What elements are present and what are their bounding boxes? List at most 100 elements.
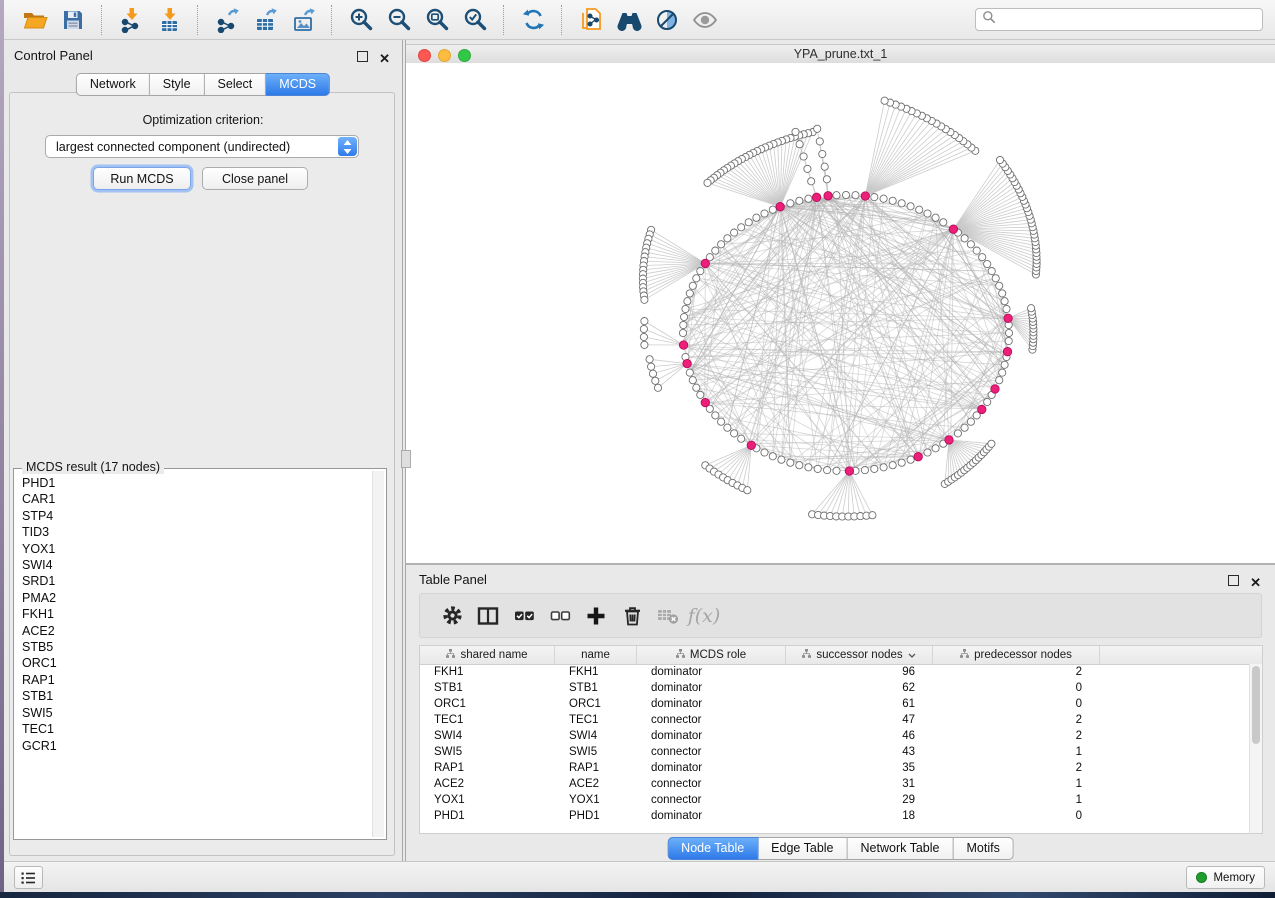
graph-node[interactable] (961, 235, 968, 242)
graph-leaf-node[interactable] (821, 163, 828, 170)
tab-network[interactable]: Network (76, 73, 150, 96)
close-panel-button[interactable]: Close panel (202, 167, 308, 190)
graph-node[interactable] (880, 464, 887, 471)
graph-node[interactable] (916, 206, 923, 213)
task-history-button[interactable] (14, 866, 43, 889)
delete-columns-icon[interactable] (614, 600, 650, 632)
graph-node[interactable] (753, 214, 760, 221)
graph-node[interactable] (1003, 305, 1010, 312)
graph-node[interactable] (833, 467, 840, 474)
graph-node[interactable] (1001, 298, 1008, 305)
graph-node[interactable] (693, 275, 700, 282)
table-row[interactable]: SWI4SWI4dominator462 (420, 728, 1250, 744)
graph-node[interactable] (871, 194, 878, 201)
graph-node[interactable] (738, 435, 745, 442)
graph-node[interactable] (731, 430, 738, 437)
graph-node[interactable] (988, 268, 995, 275)
graph-node[interactable] (852, 192, 859, 199)
graph-hub-node[interactable] (701, 259, 709, 267)
mcds-result-item[interactable]: GCR1 (22, 738, 372, 754)
refresh-layout-icon[interactable] (516, 5, 550, 35)
float-table-panel-icon[interactable] (1228, 573, 1239, 591)
graph-leaf-node[interactable] (648, 363, 655, 370)
graph-node[interactable] (787, 459, 794, 466)
graph-node[interactable] (842, 191, 849, 198)
mcds-result-item[interactable]: SWI4 (22, 557, 372, 573)
graph-node[interactable] (689, 377, 696, 384)
save-session-icon[interactable] (56, 5, 90, 35)
table-scrollbar-thumb[interactable] (1252, 666, 1260, 744)
export-network-icon[interactable] (210, 5, 244, 35)
graph-node[interactable] (718, 241, 725, 248)
graph-node[interactable] (738, 224, 745, 231)
tab-edge-table[interactable]: Edge Table (758, 837, 847, 860)
mcds-result-item[interactable]: ACE2 (22, 623, 372, 639)
table-row[interactable]: PHD1PHD1dominator180 (420, 808, 1250, 824)
graph-node[interactable] (679, 329, 686, 336)
table-row[interactable]: SWI5SWI5connector431 (420, 744, 1250, 760)
graph-node[interactable] (718, 418, 725, 425)
table-settings-icon[interactable] (434, 600, 470, 632)
mcds-result-item[interactable]: TEC1 (22, 721, 372, 737)
graph-node[interactable] (924, 449, 931, 456)
mcds-result-item[interactable]: SRD1 (22, 573, 372, 589)
graph-node[interactable] (898, 459, 905, 466)
graph-node[interactable] (680, 321, 687, 328)
graph-node[interactable] (805, 464, 812, 471)
graph-leaf-node[interactable] (996, 156, 1003, 163)
split-pane-handle[interactable] (401, 450, 411, 468)
graph-leaf-node[interactable] (641, 296, 648, 303)
mcds-result-item[interactable]: STB5 (22, 639, 372, 655)
graph-leaf-node[interactable] (804, 165, 811, 172)
graph-leaf-node[interactable] (800, 153, 807, 160)
graph-hub-node[interactable] (824, 192, 832, 200)
graph-node[interactable] (880, 195, 887, 202)
graph-node[interactable] (689, 282, 696, 289)
graph-leaf-node[interactable] (640, 325, 647, 332)
graph-leaf-node[interactable] (641, 318, 648, 325)
graph-node[interactable] (889, 197, 896, 204)
graph-node[interactable] (871, 465, 878, 472)
mcds-result-item[interactable]: PMA2 (22, 590, 372, 606)
column-header-mcds-role[interactable]: MCDS role (637, 646, 786, 664)
graph-node[interactable] (796, 462, 803, 469)
graph-leaf-node[interactable] (988, 440, 995, 447)
graph-hub-node[interactable] (991, 385, 999, 393)
close-panel-icon[interactable]: ✕ (379, 54, 390, 63)
zoom-in-icon[interactable] (344, 5, 378, 35)
graph-leaf-node[interactable] (640, 333, 647, 340)
zoom-selected-icon[interactable] (458, 5, 492, 35)
graph-node[interactable] (979, 254, 986, 261)
graph-hub-node[interactable] (812, 193, 820, 201)
graph-hub-node[interactable] (949, 225, 957, 233)
graph-node[interactable] (814, 465, 821, 472)
column-header-shared-name[interactable]: shared name (420, 646, 555, 664)
graph-leaf-node[interactable] (816, 138, 823, 145)
mcds-result-item[interactable]: SWI5 (22, 705, 372, 721)
graph-node[interactable] (761, 449, 768, 456)
graph-node[interactable] (961, 424, 968, 431)
graph-node[interactable] (992, 275, 999, 282)
select-all-rows-icon[interactable] (506, 600, 542, 632)
search-input[interactable] (996, 12, 1256, 28)
graph-node[interactable] (769, 453, 776, 460)
memory-button[interactable]: Memory (1186, 866, 1265, 889)
graph-node[interactable] (898, 200, 905, 207)
graph-node[interactable] (932, 445, 939, 452)
graph-node[interactable] (973, 247, 980, 254)
graph-node[interactable] (796, 197, 803, 204)
graph-node[interactable] (769, 206, 776, 213)
graph-hub-node[interactable] (683, 359, 691, 367)
graph-node[interactable] (681, 313, 688, 320)
run-mcds-button[interactable]: Run MCDS (93, 167, 191, 190)
graph-node[interactable] (907, 456, 914, 463)
graph-node[interactable] (724, 424, 731, 431)
import-network-icon[interactable] (114, 5, 148, 35)
graph-node[interactable] (686, 369, 693, 376)
graph-node[interactable] (996, 282, 1003, 289)
table-scrollbar[interactable] (1249, 664, 1262, 833)
graph-leaf-node[interactable] (646, 356, 653, 363)
graph-hub-node[interactable] (679, 341, 687, 349)
graph-hub-node[interactable] (776, 203, 784, 211)
mcds-result-item[interactable]: YOX1 (22, 541, 372, 557)
